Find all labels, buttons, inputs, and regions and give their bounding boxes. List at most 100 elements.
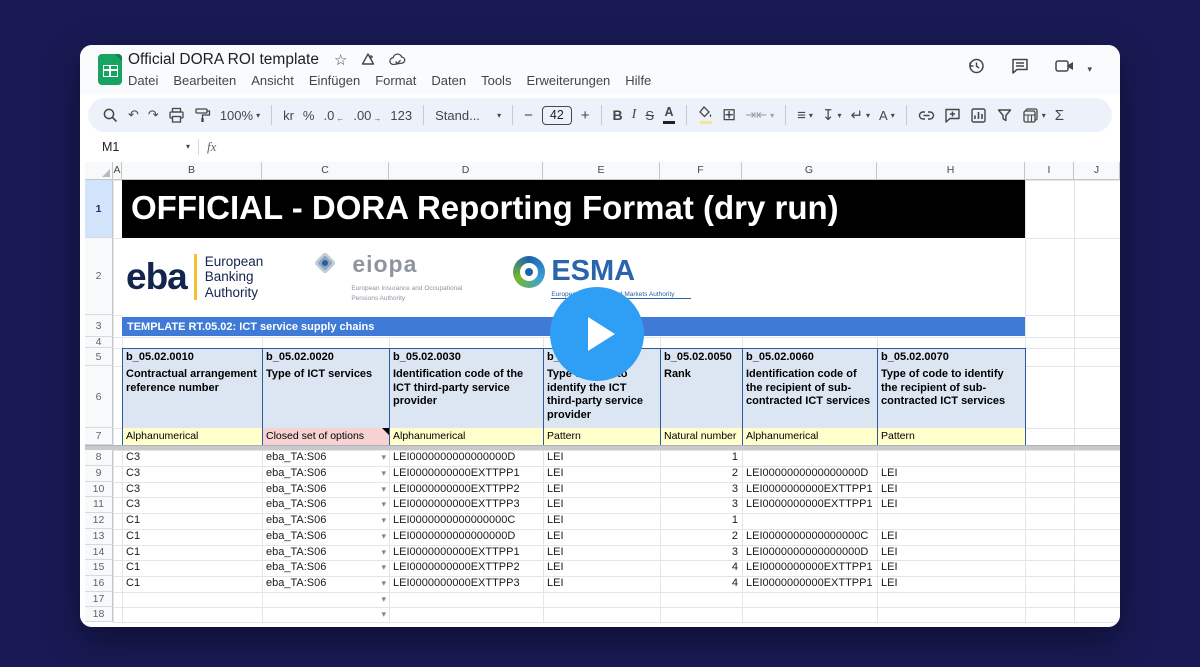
cell-C11[interactable]: eba_TA:S06▾ [262,497,389,513]
font-select[interactable]: Stand...▾ [435,108,501,123]
cell-H13[interactable]: LEI [877,529,1025,545]
row-header-12[interactable]: 12 [85,513,113,529]
cell-B11[interactable]: C3 [122,497,262,513]
cell-B16[interactable]: C1 [122,576,262,592]
cell-G15[interactable]: LEI0000000000EXTTPP1 [742,560,877,576]
cell-H11[interactable]: LEI [877,497,1025,513]
menu-format[interactable]: Format [375,73,416,88]
cloud-status-icon[interactable] [389,53,407,67]
currency-format-button[interactable]: kr [283,108,294,123]
select-all-corner[interactable] [85,162,113,180]
frozen-rows-divider[interactable] [85,445,1120,450]
cell-H16[interactable]: LEI [877,576,1025,592]
cell-D8[interactable]: LEI0000000000000000D [389,450,543,466]
move-to-drive-icon[interactable] [360,52,376,68]
zoom-select[interactable]: 100%▾ [220,108,260,123]
cell-E7[interactable]: Pattern [543,428,661,446]
print-icon[interactable] [168,107,185,124]
row-header-7[interactable]: 7 [85,428,113,445]
cell-C16[interactable]: eba_TA:S06▾ [262,576,389,592]
menu-einfuegen[interactable]: Einfügen [309,73,360,88]
row-header-14[interactable]: 14 [85,545,113,561]
create-filter-icon[interactable] [996,107,1013,124]
column-header-H[interactable]: H [877,162,1025,180]
cell-dropdown-icon[interactable]: ▾ [381,450,386,466]
cell-G12[interactable] [742,513,877,529]
meet-dropdown-caret-icon[interactable]: ▾ [1087,64,1092,75]
column-header-D[interactable]: D [389,162,543,180]
row-header-11[interactable]: 11 [85,497,113,513]
cell-G7[interactable]: Alphanumerical [742,428,878,446]
row-header-4[interactable]: 4 [85,337,113,348]
cell-G9[interactable]: LEI0000000000000000D [742,466,877,482]
cell-E11[interactable]: LEI [543,497,660,513]
cell-B14[interactable]: C1 [122,545,262,561]
text-color-button[interactable]: A [663,106,675,125]
cell-F12[interactable]: 1 [660,513,742,529]
cell-D13[interactable]: LEI0000000000000000D [389,529,543,545]
cell-C13[interactable]: eba_TA:S06▾ [262,529,389,545]
column-header-B[interactable]: B [122,162,262,180]
cell-dropdown-icon[interactable]: ▾ [381,466,386,482]
increase-font-size-button[interactable]: + [581,107,590,124]
cell-H12[interactable] [877,513,1025,529]
row-header-9[interactable]: 9 [85,466,113,482]
row-header-18[interactable]: 18 [85,607,113,622]
title-banner-cell[interactable]: OFFICIAL - DORA Reporting Format (dry ru… [122,180,1025,238]
row-header-10[interactable]: 10 [85,482,113,498]
cell-H14[interactable]: LEI [877,545,1025,561]
column-header-A[interactable]: A [113,162,122,180]
row-header-1[interactable]: 1 [85,180,113,238]
italic-button[interactable]: I [632,107,637,123]
cell-B12[interactable]: C1 [122,513,262,529]
insert-chart-icon[interactable] [970,107,987,124]
cell-D6[interactable]: Identification code of the ICT third-par… [389,366,544,429]
cell-G14[interactable]: LEI0000000000000000D [742,545,877,561]
functions-button[interactable]: Σ [1055,107,1064,124]
row-header-2[interactable]: 2 [85,238,113,315]
row-header-13[interactable]: 13 [85,529,113,545]
horizontal-align-button[interactable]: ≡▾ [797,108,813,123]
cell-D14[interactable]: LEI0000000000EXTTPP1 [389,545,543,561]
cell-B10[interactable]: C3 [122,482,262,498]
cell-dropdown-icon[interactable]: ▾ [381,513,386,529]
borders-button[interactable]: ⊞ [722,105,736,125]
row-header-3[interactable]: 3 [85,315,113,337]
cell-F7[interactable]: Natural number [660,428,743,446]
cell-dropdown-icon[interactable]: ▾ [381,482,386,498]
menu-ansicht[interactable]: Ansicht [251,73,294,88]
cell-B6[interactable]: Contractual arrangement reference number [122,366,263,429]
column-header-C[interactable]: C [262,162,389,180]
cell-C15[interactable]: eba_TA:S06▾ [262,560,389,576]
cell-F11[interactable]: 3 [660,497,742,513]
font-size-input[interactable]: 42 [542,106,572,125]
cell-E16[interactable]: LEI [543,576,660,592]
paint-format-icon[interactable] [194,107,211,124]
cell-E12[interactable]: LEI [543,513,660,529]
cell-D11[interactable]: LEI0000000000EXTTPP3 [389,497,543,513]
cell-E14[interactable]: LEI [543,545,660,561]
menu-tools[interactable]: Tools [481,73,511,88]
text-wrap-button[interactable]: ↵▾ [850,108,870,123]
cell-dropdown-icon[interactable]: ▾ [381,529,386,545]
cell-C12[interactable]: eba_TA:S06▾ [262,513,389,529]
cell-F16[interactable]: 4 [660,576,742,592]
decrease-font-size-button[interactable]: − [524,107,533,124]
fill-color-button[interactable] [698,106,713,124]
cell-G8[interactable] [742,450,877,466]
cell-B5[interactable]: b_05.02.0010 [122,348,263,367]
version-history-icon[interactable] [966,56,986,76]
cell-G10[interactable]: LEI0000000000EXTTPP1 [742,482,877,498]
menu-bearbeiten[interactable]: Bearbeiten [173,73,236,88]
cell-F13[interactable]: 2 [660,529,742,545]
cell-D12[interactable]: LEI0000000000000000C [389,513,543,529]
cell-H6[interactable]: Type of code to identify the recipient o… [877,366,1026,429]
cell-C9[interactable]: eba_TA:S06▾ [262,466,389,482]
cell-C8[interactable]: eba_TA:S06▾ [262,450,389,466]
cell-C7[interactable]: Closed set of options [262,428,390,446]
cell-dropdown-icon[interactable]: ▾ [381,497,386,513]
insert-link-icon[interactable] [918,107,935,124]
cell-H15[interactable]: LEI [877,560,1025,576]
star-icon[interactable]: ☆ [334,51,347,69]
redo-icon[interactable]: ↷ [148,107,159,123]
